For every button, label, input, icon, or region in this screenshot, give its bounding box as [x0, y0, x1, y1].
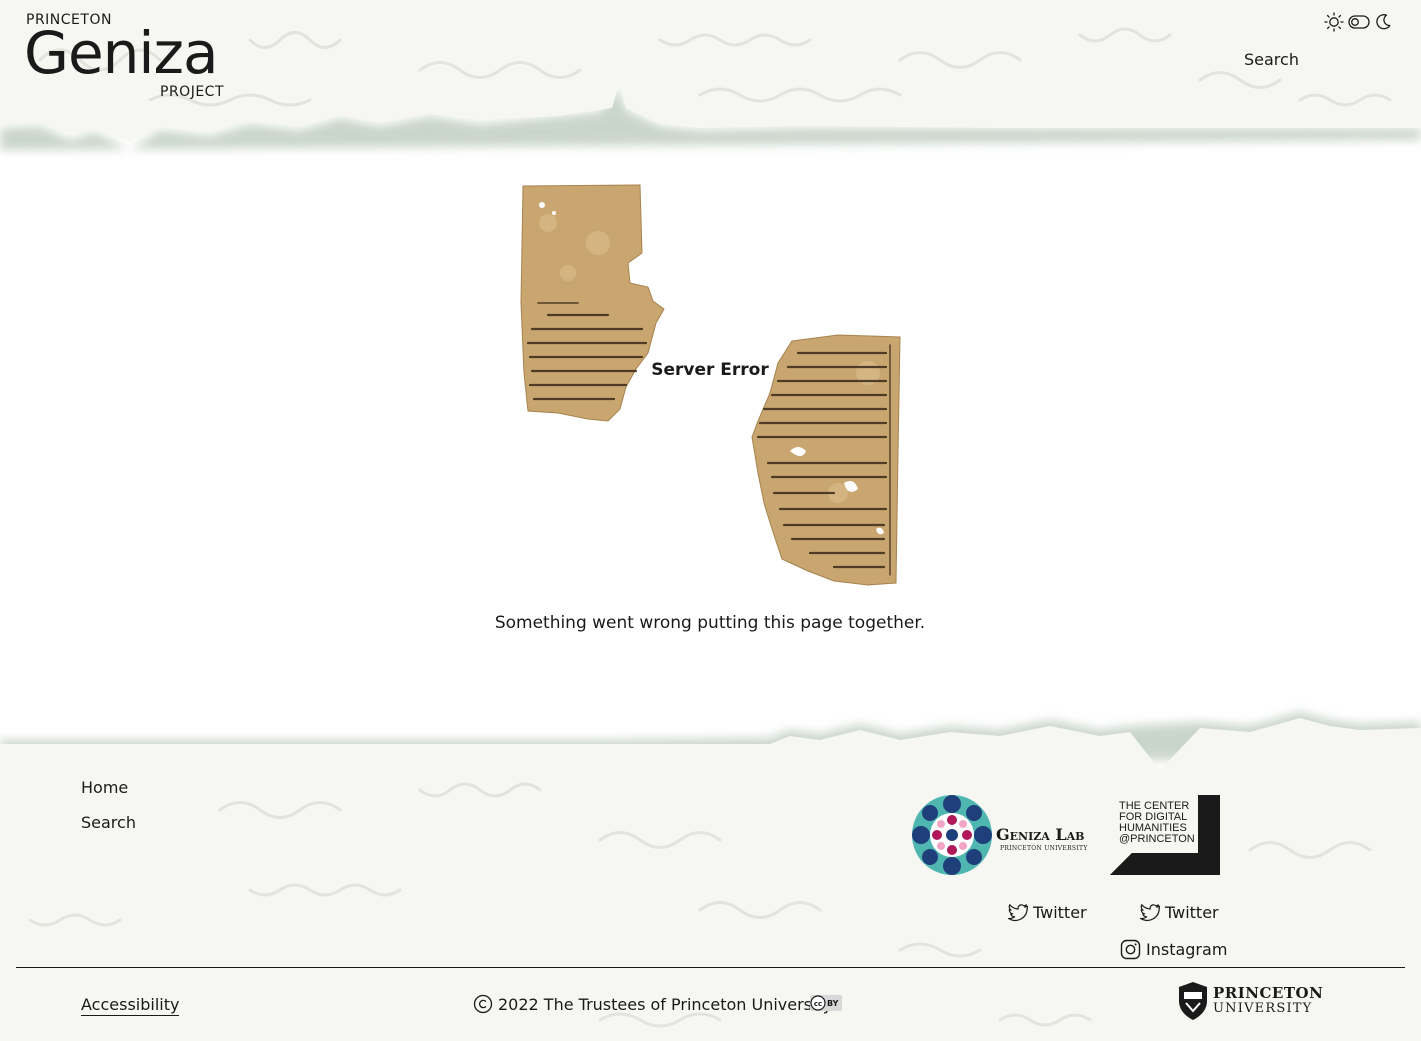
- copyright-text: 2022 The Trustees of Princeton Universit…: [498, 994, 833, 1014]
- copyright-icon: [473, 994, 493, 1014]
- princeton-shield-icon: [1179, 982, 1207, 1020]
- cdh-line-4: @PRINCETON: [1119, 833, 1195, 845]
- footer-divider: [16, 967, 1405, 968]
- site-logo[interactable]: PRINCETON Geniza PROJECT: [24, 10, 224, 102]
- error-title: Server Error: [651, 360, 769, 380]
- svg-text:cc: cc: [814, 1000, 822, 1008]
- princeton-university-logo[interactable]: PRINCETON UNIVERSITY: [1177, 981, 1323, 1021]
- theme-toggle[interactable]: [1324, 11, 1394, 33]
- instagram-icon: [1120, 939, 1141, 960]
- logo-main-text: Geniza: [24, 19, 218, 87]
- manuscript-fragment-left-image: [520, 184, 665, 422]
- cdh-logo[interactable]: THE CENTER FOR DIGITAL HUMANITIES @PRINC…: [1110, 795, 1220, 875]
- geniza-lab-twitter-link[interactable]: Twitter: [1007, 903, 1087, 922]
- error-message: Something went wrong putting this page t…: [494, 613, 926, 633]
- license-badge-text: BY: [827, 998, 839, 1008]
- twitter-icon: [1008, 903, 1028, 921]
- princeton-line-2: UNIVERSITY: [1213, 1001, 1313, 1016]
- toggle-icon[interactable]: [1348, 15, 1370, 29]
- cdh-instagram-link[interactable]: Instagram: [1120, 939, 1227, 960]
- site-footer: Home Search Geniza Lab PRINCETON UNIVERS…: [0, 700, 1421, 1041]
- twitter-label: Twitter: [1165, 903, 1219, 922]
- moon-icon[interactable]: [1374, 13, 1392, 31]
- geniza-lab-logo[interactable]: Geniza Lab PRINCETON UNIVERSITY: [910, 794, 1090, 876]
- footer-home-link[interactable]: Home: [81, 778, 128, 797]
- footer-search-link[interactable]: Search: [81, 813, 136, 832]
- geniza-lab-name: Geniza Lab: [996, 825, 1085, 844]
- instagram-label: Instagram: [1146, 940, 1228, 959]
- geniza-lab-subtitle: PRINCETON UNIVERSITY: [1000, 845, 1088, 852]
- creative-commons-icon: cc: [810, 995, 826, 1011]
- twitter-label: Twitter: [1033, 903, 1087, 922]
- accessibility-link[interactable]: Accessibility: [81, 995, 180, 1016]
- logo-bottom-text: PROJECT: [160, 84, 224, 100]
- twitter-icon: [1140, 903, 1160, 921]
- geniza-lab-rosette-icon: [912, 795, 992, 875]
- cc-by-license-badge[interactable]: cc BY: [810, 995, 842, 1011]
- cdh-twitter-link[interactable]: Twitter: [1139, 903, 1219, 922]
- site-header: PRINCETON Geniza PROJECT Search: [0, 0, 1421, 160]
- copyright-notice: 2022 The Trustees of Princeton Universit…: [473, 994, 832, 1014]
- nav-search-link[interactable]: Search: [1244, 50, 1299, 69]
- princeton-line-1: PRINCETON: [1213, 984, 1324, 1002]
- sun-icon[interactable]: [1324, 12, 1344, 32]
